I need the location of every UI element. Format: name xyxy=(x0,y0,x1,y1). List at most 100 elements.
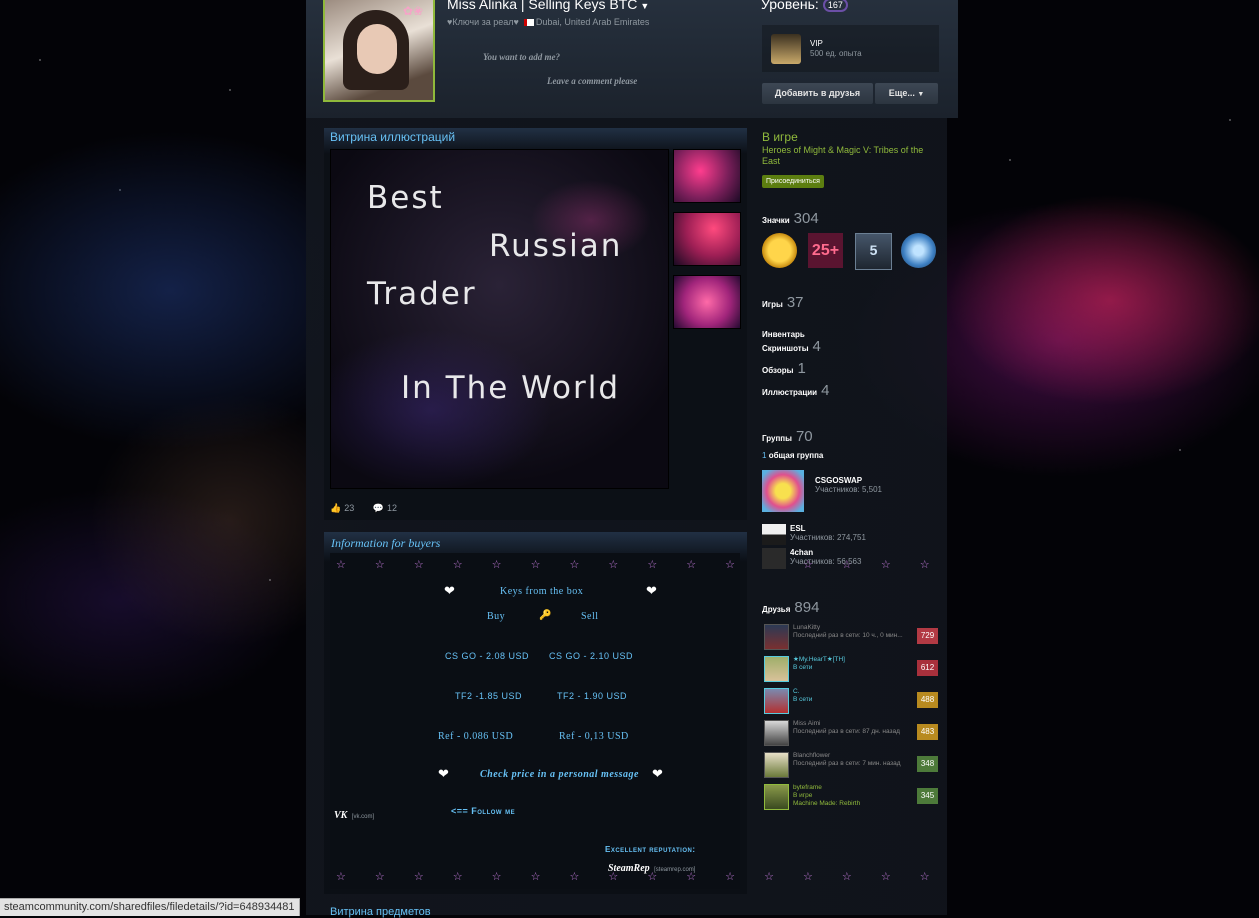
artwork-stat[interactable]: Иллюстрации 4 xyxy=(762,382,829,400)
groups-count: 70 xyxy=(795,428,813,445)
favorite-badge[interactable]: VIP 500 ед. опыта xyxy=(762,25,939,72)
friend-avatar xyxy=(764,752,789,778)
screenshots-stat[interactable]: Скриншоты 4 xyxy=(762,338,821,356)
more-button[interactable]: Еще... ▼ xyxy=(875,83,938,104)
join-game-button[interactable]: Присоединиться xyxy=(762,175,824,188)
friend-avatar xyxy=(764,688,789,714)
follow-me: <== Follow me xyxy=(451,806,516,816)
location: Dubai, United Arab Emirates xyxy=(535,17,650,27)
friends-label: Друзья xyxy=(762,605,791,614)
friend-info: C. В сети xyxy=(793,688,812,704)
friend-name: Miss Aimi xyxy=(793,720,821,727)
thumbs-up-icon: 👍 xyxy=(330,503,342,513)
friend-status: Последний раз в сети: 10 ч., 0 мин... xyxy=(793,632,903,639)
friend-item[interactable]: byteframe В игре Machine Made: Rebirth 345 xyxy=(762,784,940,814)
group-csgoswap[interactable]: CSGOSWAP Участников: 5,501 xyxy=(815,476,882,494)
friends-stat[interactable]: Друзья 894 xyxy=(762,599,819,617)
profile-header: ✿❀ Miss Alinka | Selling Keys BTC ▼ ♥Ключ… xyxy=(306,0,958,118)
friend-item[interactable]: Miss Aimi Последний раз в сети: 87 дн. на… xyxy=(762,720,940,748)
likes[interactable]: 👍 23 xyxy=(330,503,362,513)
friend-item[interactable]: ★My.HearT★[TH] В сети 612 xyxy=(762,656,940,684)
friends-count: 894 xyxy=(794,599,820,616)
art-text-trader: Trader xyxy=(367,276,477,312)
4chan-group-icon[interactable] xyxy=(762,548,786,569)
friend-avatar xyxy=(764,624,789,650)
friend-level: 612 xyxy=(917,660,938,676)
reviews-stat[interactable]: Обзоры 1 xyxy=(762,360,806,378)
friend-item[interactable]: C. В сети 488 xyxy=(762,688,940,716)
friend-level: 345 xyxy=(917,788,938,804)
comments[interactable]: 💬 12 xyxy=(373,503,405,513)
comment-icon: 💬 xyxy=(372,503,384,513)
price-buy-tf2: TF2 -1.85 USD xyxy=(455,691,523,701)
excellent-reputation: Excellent reputation: xyxy=(605,845,696,854)
price-buy-csgo: CS GO - 2.08 USD xyxy=(445,651,530,661)
stat-label: Скриншоты xyxy=(762,344,809,353)
groups-stat[interactable]: Группы 70 xyxy=(762,428,813,446)
sell-label: Sell xyxy=(581,611,599,622)
badges-label: Значки xyxy=(762,216,790,225)
games-stat[interactable]: Игры 37 xyxy=(762,294,804,312)
item-showcase-title: Витрина предметов xyxy=(330,906,431,918)
common-groups-label: общая группа xyxy=(768,451,824,460)
profile-avatar[interactable]: ✿❀ xyxy=(323,0,435,102)
level-badge[interactable]: 167 xyxy=(822,0,848,13)
friend-name: C. xyxy=(793,688,800,695)
chevron-down-icon: ▼ xyxy=(917,91,925,98)
badges-stat[interactable]: Значки 304 xyxy=(762,210,819,228)
summary-line-1: You want to add me? xyxy=(483,52,561,62)
price-sell-tf2: TF2 - 1.90 USD xyxy=(557,691,628,701)
group-esl[interactable]: ESL Участников: 274,751 xyxy=(790,524,866,542)
browser-status-url: steamcommunity.com/sharedfiles/filedetai… xyxy=(0,898,300,916)
common-groups: 1 общая группа xyxy=(762,451,823,460)
friend-item[interactable]: Blanchflower Последний раз в сети: 7 мин.… xyxy=(762,752,940,780)
badges-count: 304 xyxy=(793,210,819,227)
vk-domain: [vk.com] xyxy=(351,814,375,820)
years-badge-icon[interactable]: 25+ xyxy=(808,233,843,268)
friend-info: Blanchflower Последний раз в сети: 7 мин.… xyxy=(793,752,901,768)
friend-avatar xyxy=(764,784,789,810)
profile-name-text: Miss Alinka | Selling Keys BTC xyxy=(447,0,638,12)
info-showcase-body: ☆ ☆ ☆ ☆ ☆ ☆ ☆ ☆ ☆ ☆ ☆ ☆ ☆ ☆ ☆ ☆ ❤ Keys f… xyxy=(330,553,930,889)
flag-icon xyxy=(523,19,534,27)
profile-name[interactable]: Miss Alinka | Selling Keys BTC ▼ xyxy=(447,0,649,12)
ingame-game[interactable]: Heroes of Might & Magic V: Tribes of the… xyxy=(762,145,938,167)
friend-status: Последний раз в сети: 7 мин. назад xyxy=(793,760,901,767)
ingame-label: В игре xyxy=(762,130,798,144)
level-label: Уровень: xyxy=(761,0,819,12)
more-button-label: Еще... xyxy=(888,88,915,98)
csgoswap-group-icon[interactable] xyxy=(762,470,804,512)
friend-name: ★My.HearT★[TH] xyxy=(793,656,845,663)
globe-badge-icon[interactable] xyxy=(901,233,936,268)
artwork-showcase-title: Витрина иллюстраций xyxy=(330,130,456,144)
friend-status: В игре xyxy=(793,792,813,799)
friend-status: В сети xyxy=(793,696,813,703)
level-badge-icon[interactable]: 5 xyxy=(855,233,892,270)
vk-link[interactable]: VK [vk.com] xyxy=(334,805,374,823)
stat-label: Обзоры xyxy=(762,366,794,375)
add-friend-button[interactable]: Добавить в друзья xyxy=(762,83,873,104)
info-showcase: Information for buyers ☆ ☆ ☆ ☆ ☆ ☆ ☆ ☆ ☆… xyxy=(324,532,930,894)
featured-artwork[interactable]: Best Russian Trader In The World xyxy=(330,149,669,489)
group-4chan[interactable]: 4chan Участников: 56,563 xyxy=(790,548,861,566)
coin-badge-icon[interactable] xyxy=(762,233,797,268)
profile-level: Уровень: 167 xyxy=(761,0,848,13)
avatar-flower-crown: ✿❀ xyxy=(403,4,424,18)
heart-icon: ❤ xyxy=(646,583,657,598)
common-groups-count: 1 xyxy=(762,451,767,460)
friend-avatar xyxy=(764,656,789,682)
esl-group-icon[interactable] xyxy=(762,524,786,545)
summary-line-2: Leave a comment please xyxy=(547,76,638,86)
artwork-thumb-1[interactable] xyxy=(673,149,741,203)
friend-item[interactable]: LunaKitty Последний раз в сети: 10 ч., 0 … xyxy=(762,624,940,652)
price-sell-ref: Ref - 0,13 USD xyxy=(559,731,629,742)
heart-icon: ❤ xyxy=(652,766,663,781)
friend-status: В сети xyxy=(793,664,813,671)
keys-from-box: Keys from the box xyxy=(500,586,584,597)
key-icon: 🔑 xyxy=(539,610,552,621)
artwork-thumb-2[interactable] xyxy=(673,212,741,266)
artwork-thumb-3[interactable] xyxy=(673,275,741,329)
chevron-down-icon[interactable]: ▼ xyxy=(640,1,649,11)
friend-name: LunaKitty xyxy=(793,624,821,631)
friend-level: 488 xyxy=(917,692,938,708)
